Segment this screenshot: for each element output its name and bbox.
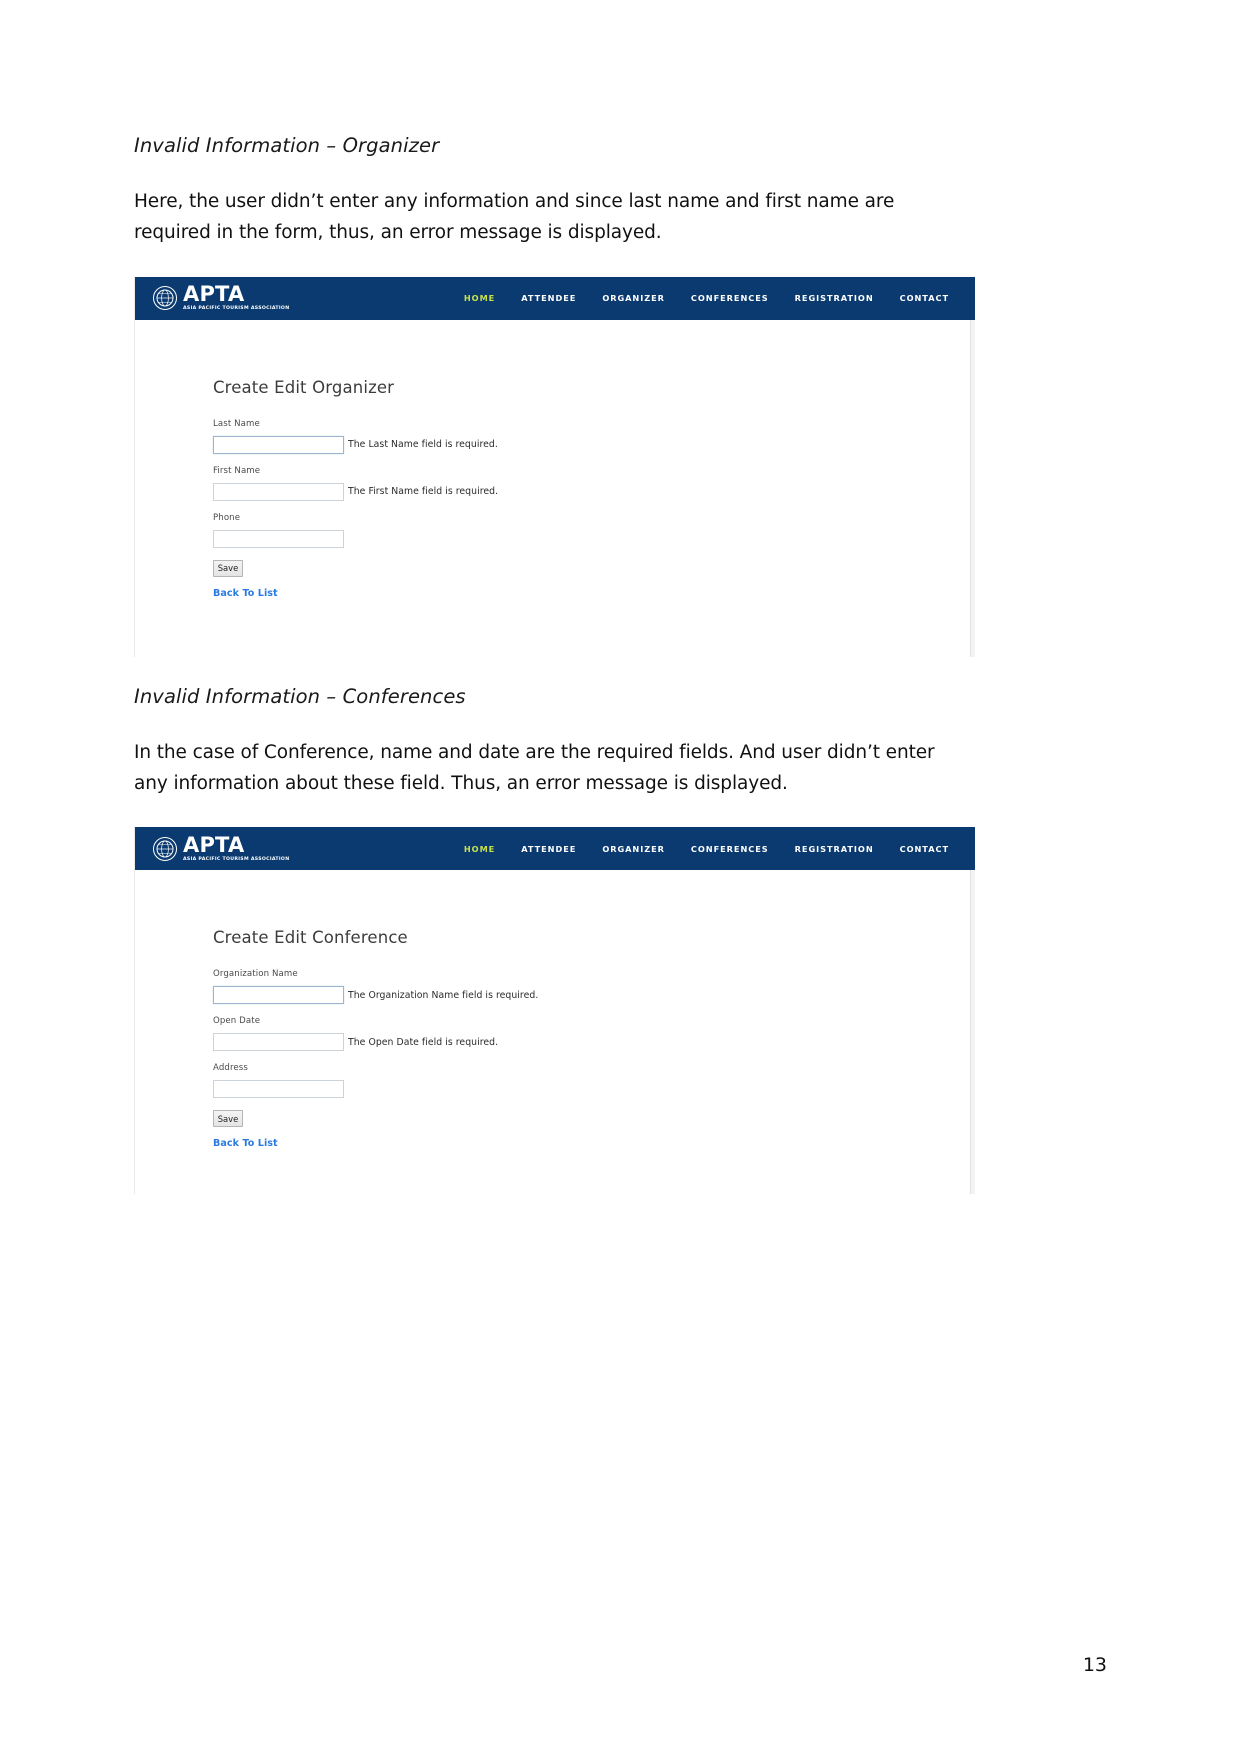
conference-form: Create Edit Conference Organization Name…	[135, 870, 975, 1150]
nav-item-conferences[interactable]: CONFERENCES	[691, 844, 769, 854]
field-address: Address	[213, 1063, 975, 1099]
nav-item-contact[interactable]: CONTACT	[900, 844, 949, 854]
section-paragraph-conferences: In the case of Conference, name and date…	[134, 741, 935, 794]
globe-icon	[153, 836, 177, 861]
field-label: Phone	[213, 512, 241, 523]
first-name-input[interactable]	[213, 482, 344, 501]
field-open-date: Open Date The Open Date field is require…	[213, 1016, 975, 1052]
last-name-input[interactable]	[213, 435, 344, 454]
nav-item-attendee[interactable]: ATTENDEE	[521, 293, 576, 303]
nav-item-contact[interactable]: CONTACT	[900, 293, 949, 303]
organization-name-input[interactable]	[213, 986, 344, 1005]
section-heading-conferences: Invalid Information – Conferences	[134, 684, 466, 708]
logo-tagline: ASIA PACIFIC TOURISM ASSOCIATION	[183, 856, 290, 862]
first-name-error: The First Name field is required.	[348, 486, 499, 498]
page-content: Invalid Information – Organizer Here, th…	[134, 0, 975, 1195]
screenshot-conference-form: APTA ASIA PACIFIC TOURISM ASSOCIATION HO…	[134, 827, 975, 1195]
form-title: Create Edit Organizer	[213, 377, 395, 397]
phone-input[interactable]	[213, 529, 344, 548]
globe-icon	[153, 286, 177, 311]
last-name-error: The Last Name field is required.	[348, 439, 498, 451]
back-to-list-link[interactable]: Back To List	[213, 1138, 278, 1149]
field-phone: Phone	[213, 513, 975, 548]
nav-item-home[interactable]: HOME	[464, 844, 495, 854]
address-input[interactable]	[213, 1080, 344, 1099]
field-label: Organization Name	[213, 969, 298, 980]
nav-item-home[interactable]: HOME	[464, 293, 495, 303]
logo-wordmark: APTA	[183, 282, 245, 307]
site-navbar: APTA ASIA PACIFIC TOURISM ASSOCIATION HO…	[135, 827, 975, 871]
field-label: First Name	[213, 465, 261, 476]
nav-item-registration[interactable]: REGISTRATION	[795, 293, 874, 303]
form-title: Create Edit Conference	[213, 928, 408, 948]
field-organization-name: Organization Name The Organization Name …	[213, 969, 975, 1005]
site-navbar: APTA ASIA PACIFIC TOURISM ASSOCIATION HO…	[135, 276, 975, 320]
screenshot-organizer-form: APTA ASIA PACIFIC TOURISM ASSOCIATION HO…	[134, 276, 975, 657]
nav-item-registration[interactable]: REGISTRATION	[795, 844, 874, 854]
organization-name-error: The Organization Name field is required.	[348, 989, 539, 1001]
organizer-form: Create Edit Organizer Last Name The Last…	[135, 320, 975, 600]
logo-wordmark: APTA	[183, 832, 245, 857]
page-scrollbar[interactable]	[970, 870, 975, 1195]
document-page: Invalid Information – Organizer Here, th…	[0, 0, 1241, 1754]
save-button[interactable]: Save	[213, 1110, 243, 1128]
field-label: Last Name	[213, 418, 260, 429]
field-label: Open Date	[213, 1016, 261, 1027]
nav-item-organizer[interactable]: ORGANIZER	[602, 293, 665, 303]
back-to-list-link[interactable]: Back To List	[213, 588, 278, 599]
primary-nav: HOME ATTENDEE ORGANIZER CONFERENCES REGI…	[464, 844, 949, 854]
open-date-input[interactable]	[213, 1033, 344, 1052]
site-logo[interactable]: APTA ASIA PACIFIC TOURISM ASSOCIATION	[153, 282, 290, 312]
nav-item-attendee[interactable]: ATTENDEE	[521, 844, 576, 854]
field-label: Address	[213, 1063, 248, 1074]
field-last-name: Last Name The Last Name field is require…	[213, 419, 975, 454]
page-number: 13	[1082, 1654, 1107, 1676]
site-logo[interactable]: APTA ASIA PACIFIC TOURISM ASSOCIATION	[153, 832, 290, 863]
nav-item-conferences[interactable]: CONFERENCES	[691, 293, 769, 303]
section-heading-organizer: Invalid Information – Organizer	[134, 134, 440, 157]
open-date-error: The Open Date field is required.	[348, 1036, 499, 1048]
page-scrollbar[interactable]	[970, 319, 975, 657]
save-button[interactable]: Save	[213, 559, 243, 577]
logo-tagline: ASIA PACIFIC TOURISM ASSOCIATION	[183, 306, 290, 312]
field-first-name: First Name The First Name field is requi…	[213, 466, 975, 501]
primary-nav: HOME ATTENDEE ORGANIZER CONFERENCES REGI…	[464, 293, 949, 303]
section-paragraph-organizer: Here, the user didn’t enter any informat…	[134, 191, 895, 244]
nav-item-organizer[interactable]: ORGANIZER	[602, 844, 665, 854]
